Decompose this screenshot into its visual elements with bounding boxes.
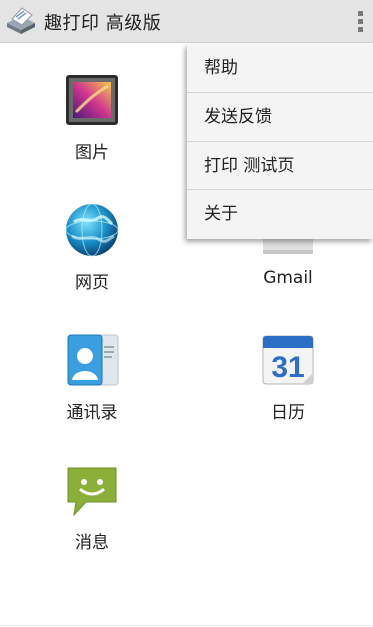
menu-item-send-feedback[interactable]: 发送反馈: [187, 93, 373, 142]
grid-item-label: 日历: [271, 403, 305, 423]
menu-item-about[interactable]: 关于: [187, 190, 373, 239]
globe-icon: [65, 203, 119, 257]
app-title: 趣打印 高级版: [44, 13, 162, 34]
grid-item-contacts[interactable]: 通讯录: [22, 332, 162, 423]
grid-item-web[interactable]: 网页: [22, 202, 162, 293]
grid-item-pictures[interactable]: 图片: [22, 72, 162, 163]
calendar-icon: 31: [262, 335, 314, 385]
calendar-day: 31: [271, 351, 304, 384]
grid-item-label: 消息: [75, 533, 109, 553]
grid-item-label: Gmail: [263, 268, 313, 288]
grid-item-messaging[interactable]: 消息: [22, 462, 162, 553]
gallery-icon: [66, 75, 118, 125]
action-bar: 趣打印 高级版: [0, 0, 373, 43]
menu-item-print-test-page[interactable]: 打印 测试页: [187, 142, 373, 191]
printer-icon[interactable]: [5, 6, 37, 36]
messaging-icon: [67, 467, 117, 517]
menu-item-help[interactable]: 帮助: [187, 44, 373, 93]
divider: [0, 625, 373, 626]
grid-item-label: 图片: [75, 143, 109, 163]
overflow-menu: 帮助 发送反馈 打印 测试页 关于: [187, 44, 373, 239]
grid-item-label: 网页: [75, 273, 109, 293]
grid-item-calendar[interactable]: 31 日历: [218, 332, 358, 423]
more-vertical-icon[interactable]: [349, 0, 373, 43]
grid-item-label: 通讯录: [66, 403, 118, 423]
contacts-icon: [67, 334, 119, 386]
